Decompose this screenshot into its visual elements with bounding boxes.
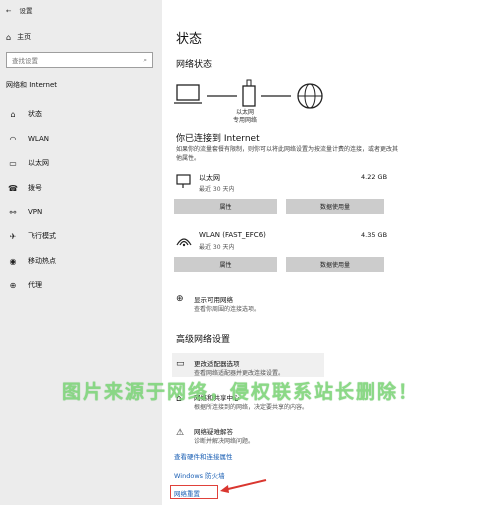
sidebar-item-label: 状态: [28, 110, 42, 118]
window-title: ← 设置: [6, 5, 32, 15]
home-icon: ⌂: [10, 109, 16, 119]
ethernet-icon: ▭: [9, 158, 17, 168]
sidebar-item-airplane[interactable]: ✈ 飞行模式: [6, 228, 156, 244]
adapter-options-title: 更改适配器选项: [194, 360, 240, 368]
search-icon: ⌕: [143, 55, 147, 64]
troubleshoot-sub: 诊断并解决网络问题。: [194, 438, 255, 445]
connected-title: 你已连接到 Internet: [176, 134, 260, 144]
home-icon: ⌂: [6, 32, 12, 42]
wifi-icon: [176, 238, 192, 247]
wifi-icon: ◠: [9, 134, 17, 144]
red-arrow-icon: [220, 479, 267, 493]
wlan-properties-button[interactable]: 属性: [174, 257, 277, 272]
ethernet-data-usage-button[interactable]: 数据使用量: [286, 199, 384, 214]
troubleshoot-link[interactable]: 网络疑难解答: [194, 426, 233, 436]
sidebar-item-label: 飞行模式: [28, 232, 56, 240]
main-panel: 状态 网络状态 以太网 专用网络 你已连接到 Internet 如果你的流量套餐…: [162, 0, 500, 505]
sidebar-item-proxy[interactable]: ⊕ 代理: [6, 277, 156, 293]
ethernet-usage: 4.22 GB: [361, 173, 388, 181]
search-input[interactable]: 查找设置 ⌕: [6, 52, 153, 68]
connected-description: 如果你的流量套餐有限制，则你可以将此网络设置为按流量计费的连接，或者更改其他属性…: [176, 146, 399, 162]
sidebar-item-label: VPN: [28, 208, 43, 216]
ethernet-name: 以太网: [199, 174, 220, 182]
diagram-label: 以太网 专用网络: [233, 109, 257, 125]
watermark-text: 图片来源于网络，侵权联系站长删除！: [62, 381, 420, 403]
sidebar-item-label: 代理: [28, 281, 42, 289]
warning-icon: ⚠: [176, 428, 185, 438]
window-title-text: 设置: [19, 7, 33, 15]
diagram-label-line2: 专用网络: [233, 117, 258, 124]
show-networks-sub: 查看你周围的连接选项。: [194, 306, 261, 313]
network-status-diagram: [174, 79, 323, 109]
back-arrow-icon[interactable]: ←: [6, 7, 11, 15]
wlan-name: WLAN (FAST_EFC6): [199, 231, 266, 239]
sidebar-home[interactable]: ⌂ 主页: [6, 30, 156, 44]
ethernet-period: 最近 30 天内: [199, 186, 235, 193]
wlan-usage: 4.35 GB: [361, 231, 388, 239]
router-icon: [242, 79, 256, 107]
show-networks-link[interactable]: 显示可用网络: [194, 294, 233, 304]
sidebar-item-hotspot[interactable]: ◉ 移动热点: [6, 253, 156, 269]
wlan-data-usage-button[interactable]: 数据使用量: [286, 257, 384, 272]
computer-icon: [174, 84, 202, 104]
sidebar-item-ethernet[interactable]: ▭ 以太网: [6, 155, 156, 171]
globe-icon: [297, 83, 323, 109]
sidebar-item-label: WLAN: [28, 135, 50, 143]
vpn-icon: ⚯: [9, 207, 17, 217]
sidebar-item-label: 拨号: [28, 184, 42, 192]
ethernet-pc-icon: [176, 174, 191, 188]
ethernet-properties-button[interactable]: 属性: [174, 199, 277, 214]
firewall-link[interactable]: Windows 防火墙: [174, 470, 225, 480]
diagram-label-line1: 以太网: [236, 109, 255, 116]
sidebar-item-wlan[interactable]: ◠ WLAN: [6, 131, 156, 147]
monitor-icon: ▭: [176, 359, 185, 369]
sidebar-group-label: 网络和 Internet: [6, 81, 58, 89]
phone-icon: ☎: [8, 183, 18, 193]
sidebar-item-dialup[interactable]: ☎ 拨号: [6, 180, 156, 196]
sidebar-item-status[interactable]: ⌂ 状态: [6, 106, 156, 122]
advanced-title: 高级网络设置: [176, 335, 231, 345]
globe-icon: ⊕: [9, 280, 17, 290]
highlight-box: [170, 485, 218, 499]
sidebar-home-label: 主页: [17, 33, 32, 41]
sidebar: ← 设置 ⌂ 主页 查找设置 ⌕ 网络和 Internet ⌂ 状态 ◠ WLAN…: [0, 0, 162, 505]
sidebar-item-vpn[interactable]: ⚯ VPN: [6, 204, 156, 220]
hardware-properties-link[interactable]: 查看硬件和连接属性: [174, 451, 233, 461]
network-status-title: 网络状态: [176, 60, 213, 70]
page-title: 状态: [176, 32, 203, 47]
airplane-icon: ✈: [9, 231, 17, 241]
adapter-options-sub: 查看网络适配器并更改连接设置。: [194, 370, 285, 377]
sidebar-item-label: 移动热点: [28, 257, 56, 265]
hotspot-icon: ◉: [9, 256, 17, 266]
show-networks-icon: ⊕: [176, 294, 184, 304]
search-placeholder: 查找设置: [12, 57, 38, 65]
wlan-period: 最近 30 天内: [199, 244, 235, 251]
sidebar-item-label: 以太网: [28, 159, 49, 167]
